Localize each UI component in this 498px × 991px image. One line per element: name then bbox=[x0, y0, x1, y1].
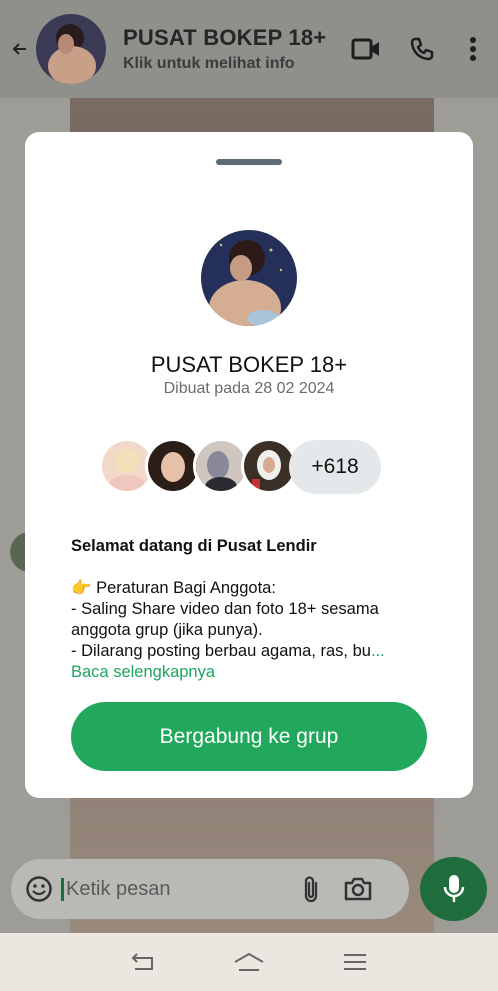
chat-title: PUSAT BOKEP 18+ bbox=[123, 25, 327, 50]
message-input[interactable] bbox=[61, 877, 281, 901]
member-avatars: +618 bbox=[99, 438, 389, 494]
video-call-button[interactable] bbox=[349, 37, 383, 61]
group-name: PUSAT BOKEP 18+ bbox=[150, 352, 348, 377]
nav-back-icon bbox=[131, 953, 153, 970]
read-more-link[interactable]: Baca selengkapnya bbox=[71, 662, 431, 683]
nav-back-button[interactable] bbox=[113, 942, 173, 982]
video-call-icon bbox=[351, 38, 379, 60]
member-count-badge[interactable]: +618 bbox=[289, 440, 381, 494]
nav-home-button[interactable] bbox=[219, 942, 279, 982]
camera-icon bbox=[344, 877, 372, 901]
description-title: Selamat datang di Pusat Lendir bbox=[71, 537, 317, 555]
group-avatar[interactable] bbox=[201, 230, 297, 326]
emoji-button[interactable] bbox=[25, 875, 53, 903]
voice-call-button[interactable] bbox=[405, 36, 439, 62]
back-arrow-icon bbox=[12, 43, 26, 55]
more-options-button[interactable] bbox=[463, 36, 483, 62]
back-button[interactable] bbox=[4, 41, 34, 57]
description-line-truncated: - Dilarang posting berbau agama, ras, bu… bbox=[71, 642, 385, 660]
description-line: - Saling Share video dan foto 18+ sesama… bbox=[71, 600, 379, 639]
nav-home-icon bbox=[234, 952, 264, 971]
ellipsis: ... bbox=[370, 642, 385, 660]
group-created-date: Dibuat pada 28 02 2024 bbox=[163, 380, 335, 397]
nav-menu-button[interactable] bbox=[325, 942, 385, 982]
group-description: Selamat datang di Pusat Lendir 👉 Peratur… bbox=[71, 536, 431, 683]
voice-call-icon bbox=[410, 37, 434, 61]
message-composer bbox=[11, 859, 409, 919]
voice-record-button[interactable] bbox=[420, 857, 487, 921]
description-line: 👉 Peraturan Bagi Anggota: bbox=[71, 579, 276, 597]
group-invite-sheet: PUSAT BOKEP 18+ Dibuat pada 28 02 2024 +… bbox=[25, 132, 473, 798]
header-title-area[interactable]: PUSAT BOKEP 18+ Klik untuk melihat info bbox=[123, 25, 333, 73]
nav-menu-icon bbox=[344, 954, 366, 970]
chat-header: PUSAT BOKEP 18+ Klik untuk melihat info bbox=[0, 0, 498, 98]
chat-subtitle: Klik untuk melihat info bbox=[123, 55, 295, 72]
join-group-button[interactable]: Bergabung ke grup bbox=[71, 702, 427, 771]
sheet-drag-handle[interactable] bbox=[216, 159, 282, 165]
system-nav-bar bbox=[0, 933, 498, 991]
attach-icon bbox=[304, 876, 318, 903]
attach-button[interactable] bbox=[301, 874, 321, 904]
group-avatar-small[interactable] bbox=[36, 14, 106, 84]
emoji-icon bbox=[26, 876, 52, 902]
mic-icon bbox=[443, 875, 464, 902]
more-vert-icon bbox=[470, 37, 476, 61]
camera-button[interactable] bbox=[343, 876, 373, 902]
